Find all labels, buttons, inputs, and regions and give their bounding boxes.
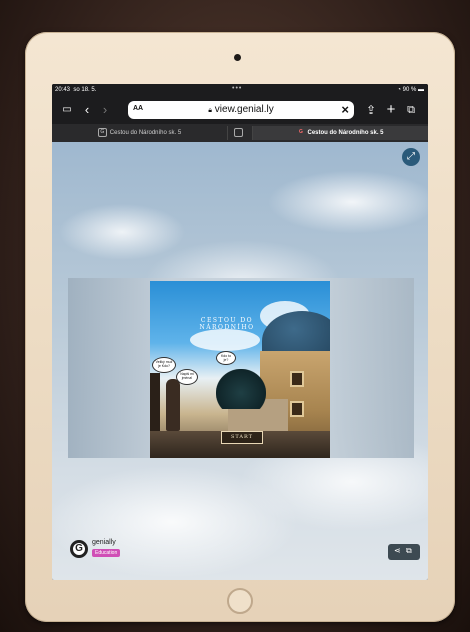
share-controls: ⋖ ⧉ bbox=[388, 544, 420, 560]
education-badge: Education bbox=[92, 549, 121, 557]
lock-icon: 🔒︎ bbox=[208, 107, 213, 114]
plus-icon[interactable]: + bbox=[382, 101, 400, 119]
share-icon[interactable]: ⇪ bbox=[362, 101, 380, 119]
tab-1[interactable]: G Cestou do Národního sk. 5 bbox=[52, 126, 228, 140]
window bbox=[290, 371, 304, 387]
blank-favicon-icon bbox=[234, 127, 243, 137]
multitasking-dots-icon[interactable]: ••• bbox=[232, 85, 242, 92]
ipad-device: 20:43 so 18. 5. ••• ◔ 90 % ▬ ▭ ‹ › AA 🔒︎… bbox=[25, 32, 455, 622]
speech-bubble: Veliký muž je Kdo? bbox=[152, 357, 176, 373]
status-bar: 20:43 so 18. 5. ••• ◔ 90 % ▬ bbox=[52, 84, 428, 98]
fullscreen-button[interactable]: ⤢ bbox=[402, 148, 420, 166]
chevron-left-icon[interactable]: ‹ bbox=[78, 101, 96, 119]
speech-bubble: Kdo to je? bbox=[216, 351, 236, 365]
speech-bubble: Napiš mi jména! bbox=[176, 369, 198, 385]
chevron-right-icon[interactable]: › bbox=[96, 101, 114, 119]
brand-name: genially bbox=[92, 539, 116, 546]
genially-favicon-icon: G bbox=[299, 128, 303, 135]
start-button[interactable]: START bbox=[221, 431, 263, 444]
home-button[interactable] bbox=[227, 588, 253, 614]
front-camera bbox=[234, 54, 241, 61]
tab-3-active[interactable]: G Cestou do Národního sk. 5 bbox=[253, 126, 428, 140]
wifi-icon: ◔ bbox=[397, 87, 401, 93]
statue-figure bbox=[166, 379, 180, 431]
sidebar-icon[interactable]: ▭ bbox=[58, 101, 76, 119]
tab-bar: G Cestou do Národního sk. 5 G Cestou do Ná… bbox=[52, 124, 428, 142]
window bbox=[290, 401, 304, 417]
external-link-icon[interactable]: ⧉ bbox=[406, 546, 412, 556]
share-nodes-icon[interactable]: ⋖ bbox=[394, 546, 401, 555]
tabs-icon[interactable]: ⧉ bbox=[402, 101, 420, 119]
horse-statue-group bbox=[216, 369, 266, 409]
browser-toolbar: ▭ ‹ › AA 🔒︎ view.genial.ly × ⇪ + ⧉ bbox=[52, 98, 428, 124]
status-time: 20:43 so 18. 5. bbox=[55, 87, 97, 93]
url-text: 🔒︎ view.genial.ly bbox=[208, 104, 274, 115]
clear-url-icon[interactable]: × bbox=[341, 102, 349, 117]
ipad-screen: 20:43 so 18. 5. ••• ◔ 90 % ▬ ▭ ‹ › AA 🔒︎… bbox=[52, 84, 428, 580]
presentation-slide[interactable]: CESTOU DO NÁRODNÍHO Veliký muž je Kdo? N… bbox=[150, 281, 330, 458]
genially-g-icon: G bbox=[70, 540, 88, 558]
statue-silhouette bbox=[150, 373, 160, 431]
battery-indicator: ◔ 90 % ▬ bbox=[397, 87, 424, 93]
address-bar[interactable]: AA 🔒︎ view.genial.ly × bbox=[128, 101, 354, 119]
slide-title: CESTOU DO NÁRODNÍHO bbox=[199, 317, 255, 331]
tab-2[interactable] bbox=[228, 126, 253, 140]
cloud bbox=[190, 329, 260, 351]
page-favicon-icon: G bbox=[97, 127, 107, 137]
genially-logo[interactable]: G genially Education bbox=[70, 536, 160, 566]
page-content: ⤢ CESTOU DO NÁRODNÍHO Veliký muž je Kdo?… bbox=[52, 142, 428, 580]
